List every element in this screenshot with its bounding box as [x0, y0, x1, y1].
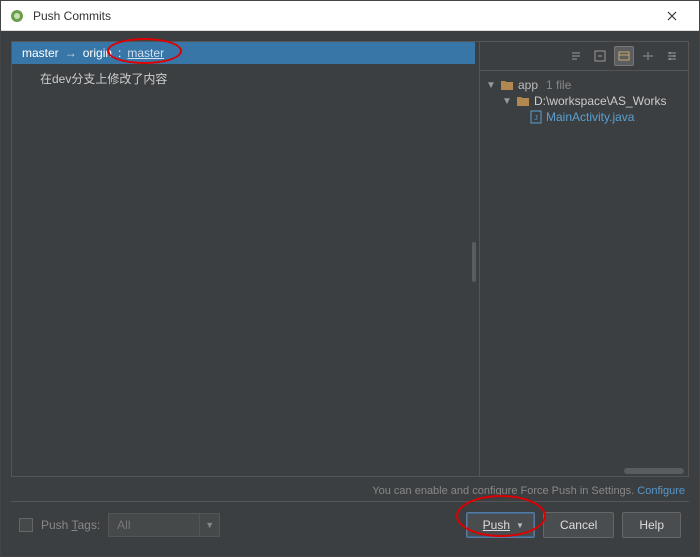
app-icon — [9, 8, 25, 24]
commits-panel: master → origin : master 在dev分支上修改了内容 — [11, 41, 475, 477]
h-scroll-thumb[interactable] — [624, 468, 684, 474]
file-tree[interactable]: ▼ app 1 file ▼ D:\workspace\AS_Works — [480, 71, 688, 468]
push-button-label: Push — [483, 518, 510, 532]
settings-icon[interactable] — [662, 46, 682, 66]
remote-branch[interactable]: master — [127, 46, 164, 60]
push-tags-checkbox[interactable] — [19, 518, 33, 532]
tree-root-count: 1 file — [546, 78, 571, 92]
arrow-icon: → — [65, 46, 77, 60]
chevron-down-icon[interactable]: ▼ — [199, 514, 219, 536]
help-button-label: Help — [639, 518, 664, 532]
configure-link[interactable]: Configure — [637, 485, 685, 497]
close-button[interactable] — [649, 2, 695, 30]
scrollbar-thumb[interactable] — [472, 242, 476, 282]
h-scrollbar[interactable] — [480, 468, 688, 476]
push-tags-value — [109, 518, 199, 532]
cancel-button[interactable]: Cancel — [543, 512, 614, 538]
main-split: master → origin : master 在dev分支上修改了内容 — [11, 41, 689, 477]
chevron-down-icon[interactable]: ▼ — [516, 521, 524, 530]
tree-path-label: D:\workspace\AS_Works — [534, 94, 667, 108]
push-tags-combo[interactable]: ▼ — [108, 513, 220, 537]
hint-text: You can enable and configure Force Push … — [372, 485, 634, 497]
folder-icon — [516, 95, 530, 107]
diff-icon[interactable] — [638, 46, 658, 66]
files-panel: ▼ app 1 file ▼ D:\workspace\AS_Works — [479, 41, 689, 477]
colon: : — [118, 46, 121, 60]
tree-root[interactable]: ▼ app 1 file — [484, 77, 684, 93]
help-button[interactable]: Help — [622, 512, 681, 538]
window-title: Push Commits — [33, 9, 649, 23]
cancel-button-label: Cancel — [560, 518, 597, 532]
local-branch: master — [22, 46, 59, 60]
collapse-all-icon[interactable] — [590, 46, 610, 66]
commit-message[interactable]: 在dev分支上修改了内容 — [12, 64, 475, 93]
tree-file[interactable]: J MainActivity.java — [484, 109, 684, 125]
files-toolbar — [480, 42, 688, 71]
chevron-down-icon[interactable]: ▼ — [502, 96, 512, 107]
push-tags-label: Push Tags: — [41, 518, 100, 532]
titlebar: Push Commits — [1, 1, 699, 31]
remote-name: origin — [83, 46, 112, 60]
tree-root-label: app — [518, 78, 538, 92]
force-push-hint: You can enable and configure Force Push … — [11, 477, 689, 501]
dialog-body: master → origin : master 在dev分支上修改了内容 — [1, 31, 699, 556]
branch-row[interactable]: master → origin : master — [12, 42, 475, 64]
push-commits-dialog: Push Commits master → origin : master 在d… — [0, 0, 700, 557]
push-button[interactable]: Push ▼ — [466, 512, 535, 538]
svg-text:J: J — [534, 115, 538, 122]
tree-path[interactable]: ▼ D:\workspace\AS_Works — [484, 93, 684, 109]
chevron-down-icon[interactable]: ▼ — [486, 80, 496, 91]
expand-all-icon[interactable] — [566, 46, 586, 66]
tree-file-label: MainActivity.java — [546, 110, 634, 124]
dialog-footer: Push Tags: ▼ Push ▼ Cancel Help — [11, 501, 689, 546]
folder-icon — [500, 79, 514, 91]
java-file-icon: J — [530, 110, 542, 124]
group-by-icon[interactable] — [614, 46, 634, 66]
